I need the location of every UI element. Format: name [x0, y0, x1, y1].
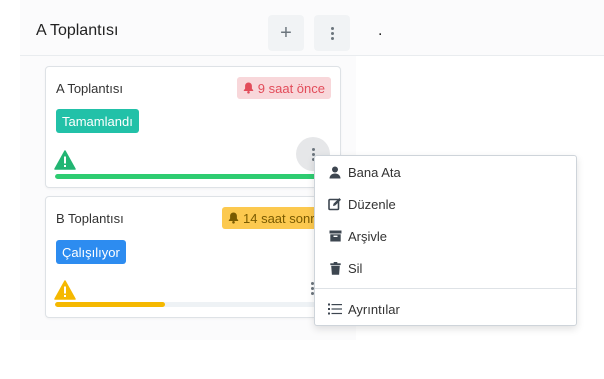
menu-item-label: Düzenle	[348, 196, 396, 212]
menu-item-edit[interactable]: Düzenle	[315, 189, 576, 219]
warning-icon	[54, 150, 76, 170]
menu-item-delete[interactable]: Sil	[315, 253, 576, 283]
plus-icon: +	[280, 21, 292, 44]
menu-item-details[interactable]: Ayrıntılar	[315, 294, 576, 324]
progress-fill	[55, 302, 166, 307]
column-header-next: .	[356, 0, 604, 56]
card-context-menu: Bana Ata Düzenle Arşivle Sil Ayrıntılar	[314, 155, 577, 326]
card-title: B Toplantısı	[56, 211, 124, 226]
progress-fill	[55, 174, 331, 179]
kebab-icon	[330, 26, 334, 40]
time-text: 14 saat sonra	[243, 210, 322, 226]
status-badge: Çalışılıyor	[56, 240, 126, 264]
column-header: A Toplantısı +	[20, 0, 356, 56]
time-badge: 9 saat önce	[236, 77, 331, 99]
edit-icon	[328, 197, 342, 211]
list-icon	[328, 302, 342, 316]
time-badge: 14 saat sonra	[222, 207, 328, 229]
time-text: 9 saat önce	[257, 80, 325, 96]
archive-icon	[328, 229, 342, 243]
trash-icon	[328, 261, 342, 275]
bell-icon	[243, 82, 253, 94]
task-card[interactable]: B Toplantısı 14 saat sonra Çalışılıyor	[45, 196, 341, 318]
menu-item-archive[interactable]: Arşivle	[315, 221, 576, 251]
card-title: A Toplantısı	[56, 81, 123, 96]
progress-bar	[55, 302, 331, 307]
menu-item-label: Ayrıntılar	[348, 301, 400, 317]
column-title-next: .	[378, 22, 383, 39]
menu-item-label: Bana Ata	[348, 164, 401, 180]
task-card[interactable]: A Toplantısı 9 saat önce Tamamlandı	[45, 66, 341, 188]
menu-divider	[315, 288, 576, 289]
add-card-button[interactable]: +	[268, 15, 304, 51]
warning-icon	[54, 280, 76, 300]
menu-item-assign-to-me[interactable]: Bana Ata	[315, 157, 576, 187]
status-badge: Tamamlandı	[56, 109, 139, 133]
column-menu-button[interactable]	[314, 15, 350, 51]
menu-item-label: Sil	[348, 260, 363, 276]
column-title: A Toplantısı	[36, 22, 119, 39]
bell-icon	[228, 212, 239, 224]
menu-item-label: Arşivle	[348, 228, 388, 244]
user-icon	[328, 165, 342, 179]
progress-bar	[55, 174, 331, 179]
